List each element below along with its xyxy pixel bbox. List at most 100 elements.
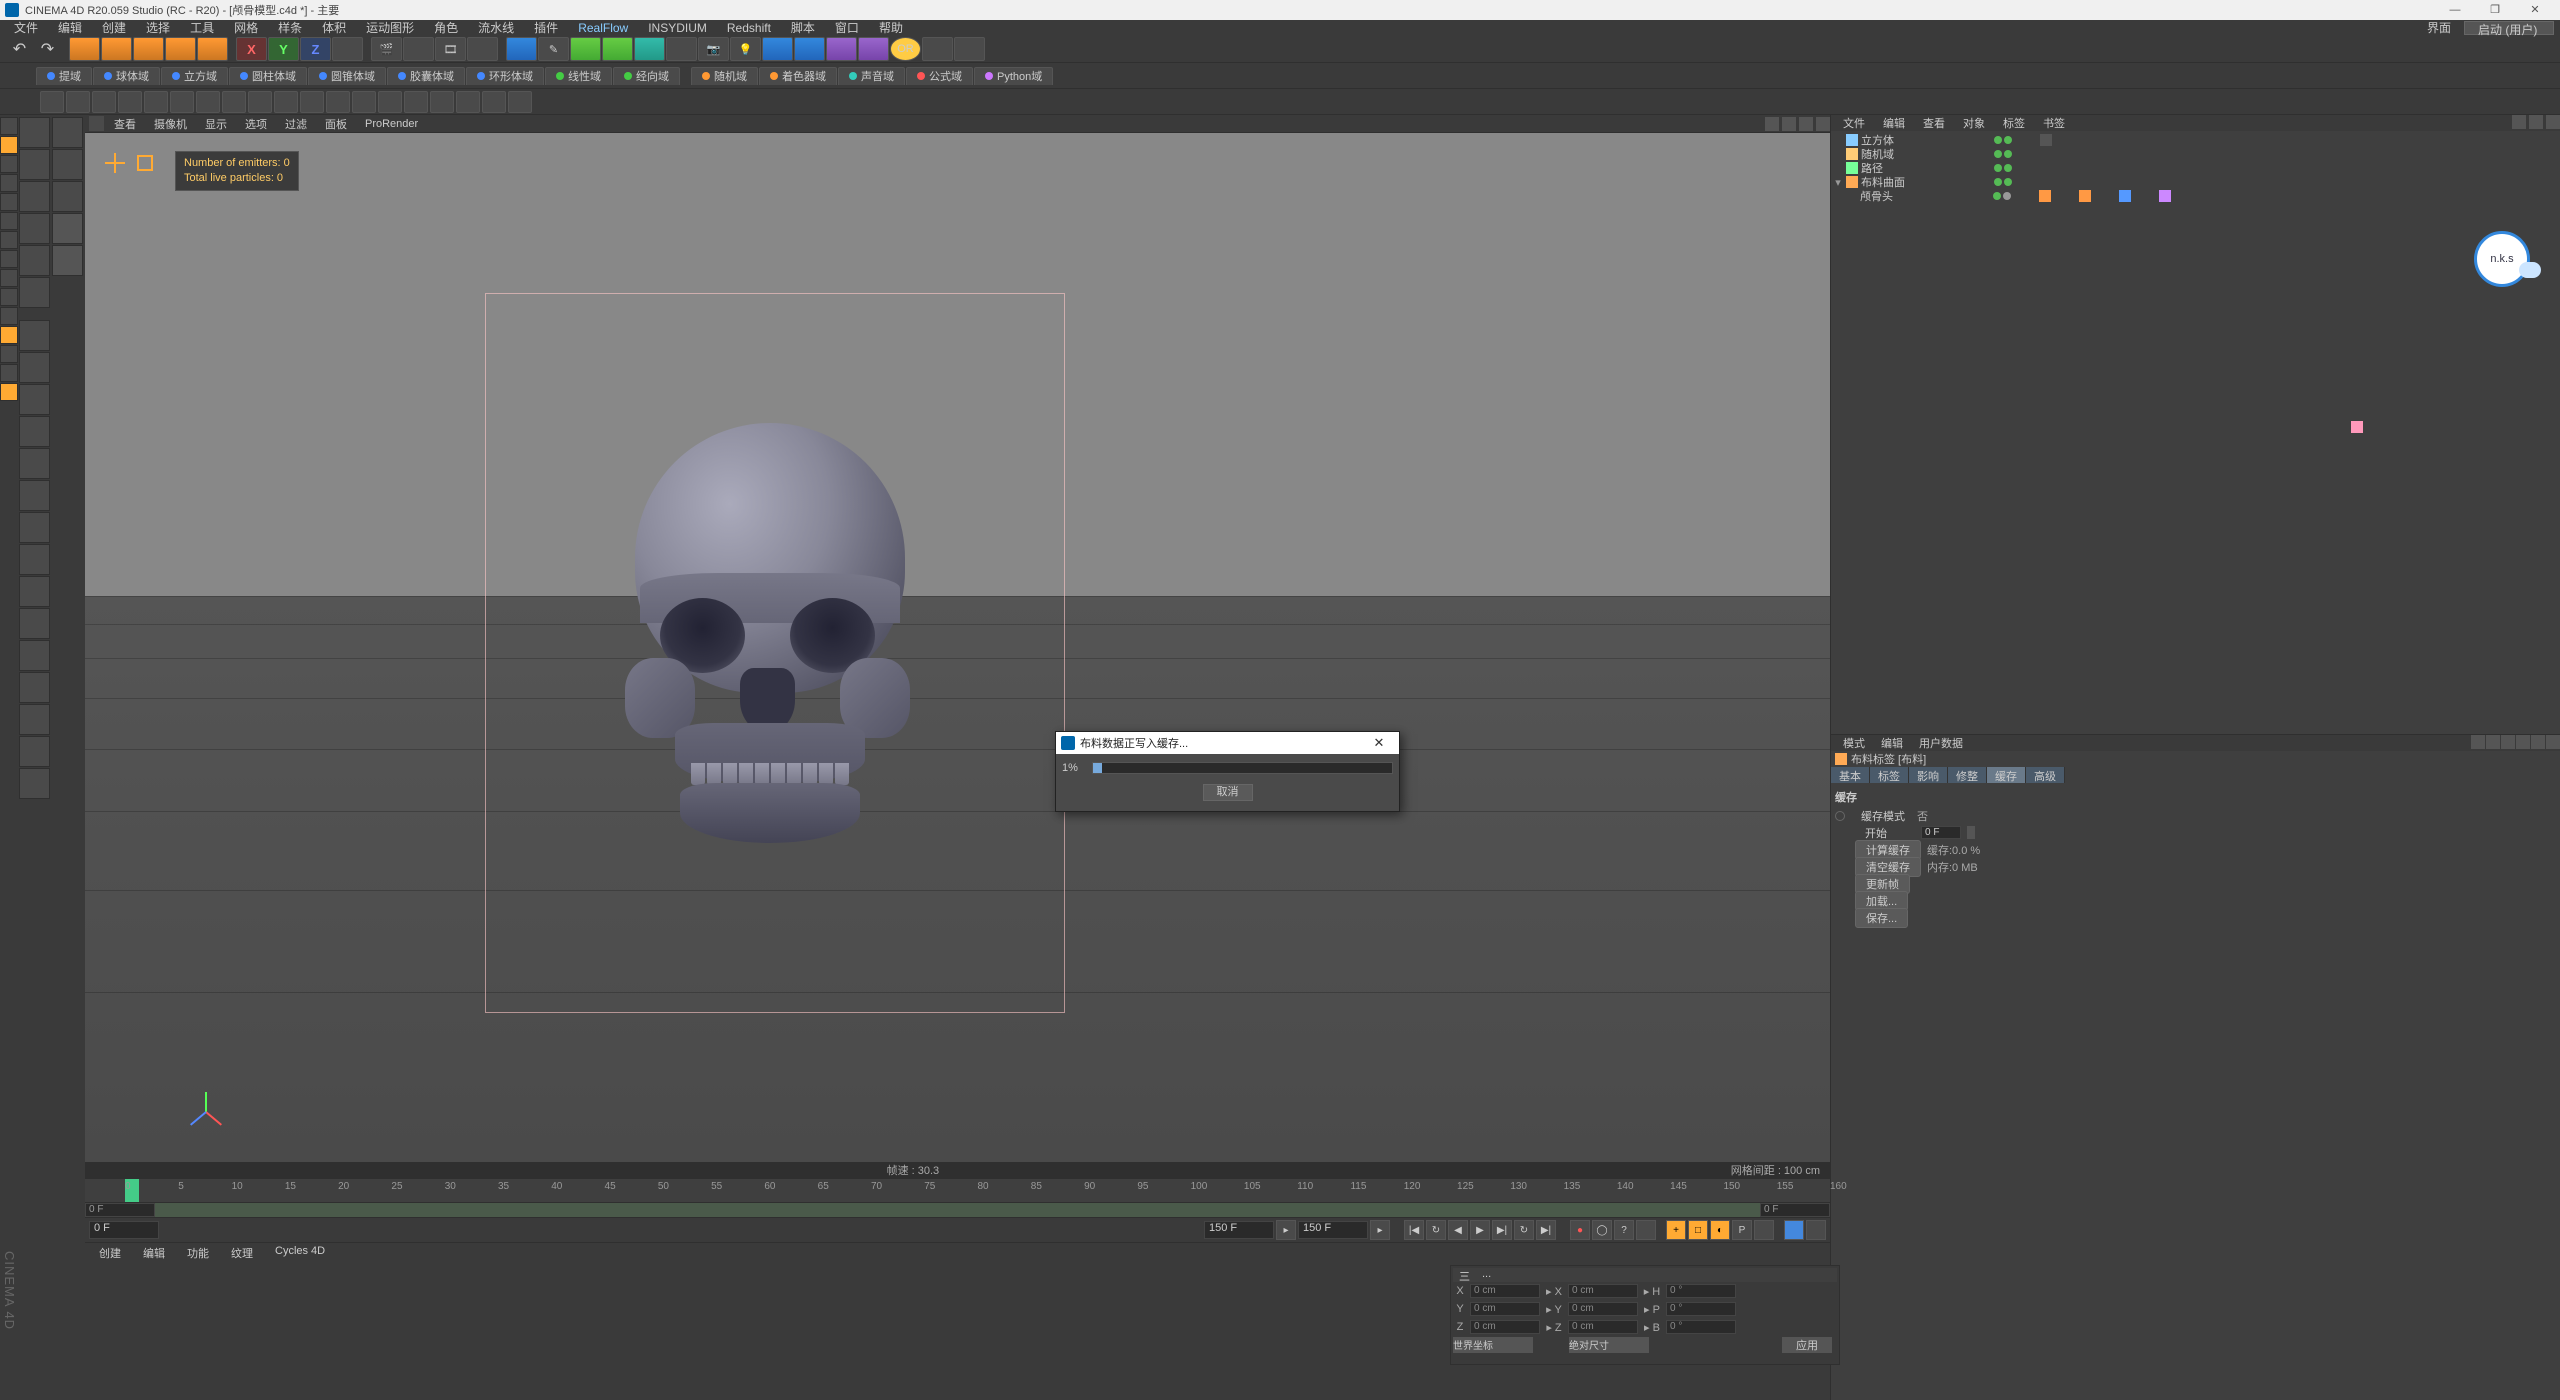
menu-character[interactable]: 角色 [425,20,467,36]
om-opt2-icon[interactable] [2546,115,2560,129]
attr-tab[interactable]: 基本 [1831,767,1870,783]
prim-pen[interactable]: ✎ [538,37,569,61]
strip-tool[interactable] [19,512,50,543]
key-rot-button[interactable]: ◐ [1710,1220,1730,1240]
strip-tool[interactable] [52,245,83,276]
menu-mesh[interactable]: 网格 [225,20,267,36]
start-field[interactable]: 0 F [1921,826,1961,839]
am-nav-up[interactable] [2501,735,2515,749]
tag-icon[interactable] [2159,190,2171,202]
tag-icon[interactable] [2040,134,2052,146]
object-row[interactable]: 立方体 [1833,133,2558,147]
field-tab[interactable]: 圆锥体域 [308,67,386,85]
sub-tool[interactable] [92,91,116,113]
size-z[interactable]: 0 cm [1568,1320,1638,1334]
vp-nav-button[interactable] [1782,117,1796,131]
close-button[interactable]: ✕ [2515,0,2555,20]
axis-z[interactable]: Z [300,37,331,61]
prim-mograph[interactable] [762,37,793,61]
strip-tool[interactable] [0,174,18,192]
strip-tool[interactable] [52,181,83,212]
keyopt-button[interactable]: ? [1614,1220,1634,1240]
save-cache-button[interactable]: 保存... [1855,908,1908,928]
len-spinner[interactable]: ▸ [1276,1220,1296,1240]
object-row[interactable]: ▾布料曲面 [1833,175,2558,189]
prim-vol[interactable] [858,37,889,61]
prim-field[interactable] [794,37,825,61]
btab[interactable]: 编辑 [133,1243,175,1260]
sub-tool[interactable] [352,91,376,113]
menu-redshift[interactable]: Redshift [718,20,780,36]
rot-p[interactable]: 0 ° [1666,1302,1736,1316]
strip-tool[interactable] [0,345,18,363]
minimize-button[interactable]: — [2435,0,2475,20]
key-pos-button[interactable]: + [1666,1220,1686,1240]
prev-frame-button[interactable]: ◀ [1448,1220,1468,1240]
strip-tool[interactable] [0,288,18,306]
field-tab[interactable]: 环形体域 [466,67,544,85]
sub-tool[interactable] [482,91,506,113]
om-file[interactable]: 文件 [1835,115,1873,131]
strip-tool[interactable] [0,155,18,173]
sub-tool[interactable] [144,91,168,113]
expand-icon[interactable]: ▾ [1833,176,1843,189]
strip-tool[interactable] [0,250,18,268]
size-y[interactable]: 0 cm [1568,1302,1638,1316]
pos-x[interactable]: 0 cm [1470,1284,1540,1298]
menu-pipeline[interactable]: 流水线 [469,20,523,36]
viewport-3d[interactable]: Number of emitters: 0 Total live particl… [85,133,1830,1162]
strip-tool[interactable] [19,608,50,639]
sub-tool[interactable] [378,91,402,113]
key-scale-button[interactable]: □ [1688,1220,1708,1240]
loop2-button[interactable]: ↻ [1514,1220,1534,1240]
vp-menu-panel[interactable]: 面板 [317,116,355,132]
prim-deformer[interactable] [634,37,665,61]
field-tab[interactable]: 提域 [36,67,92,85]
attr-tab[interactable]: 修整 [1948,767,1987,783]
timeline-ruler[interactable]: 0510152025303540455055606570758085909510… [85,1178,1830,1202]
am-mode[interactable]: 模式 [1835,735,1873,751]
anim-mode2[interactable] [1806,1220,1826,1240]
menu-create[interactable]: 创建 [93,20,135,36]
keyopt2-button[interactable] [1636,1220,1656,1240]
size-x[interactable]: 0 cm [1568,1284,1638,1298]
strip-tool[interactable] [0,193,18,211]
coord-mode-dd[interactable]: 世界坐标 [1453,1337,1533,1353]
am-opt[interactable] [2546,735,2560,749]
object-row[interactable]: 路径 [1833,161,2558,175]
attr-tab[interactable]: 高级 [2026,767,2065,783]
sub-tool[interactable] [222,91,246,113]
sub-tool[interactable] [66,91,90,113]
sub-tool[interactable] [326,91,350,113]
btab[interactable]: 创建 [89,1243,131,1260]
menu-spline[interactable]: 样条 [269,20,311,36]
object-row[interactable]: 颅骨头 [1833,189,2558,203]
spinner[interactable] [1967,826,1975,839]
am-edit[interactable]: 编辑 [1873,735,1911,751]
apply-button[interactable]: 应用 [1782,1337,1832,1353]
sub-tool[interactable] [170,91,194,113]
prim-environment[interactable] [666,37,697,61]
strip-tool[interactable] [19,640,50,671]
sub-tool[interactable] [248,91,272,113]
strip-tool[interactable] [0,136,18,154]
om-view[interactable]: 查看 [1915,115,1953,131]
strip-tool[interactable] [52,149,83,180]
menu-mograph[interactable]: 运动图形 [357,20,423,36]
layout-dropdown[interactable]: 启动 (用户) [2464,21,2554,35]
om-tags[interactable]: 标签 [1995,115,2033,131]
btab[interactable]: 功能 [177,1243,219,1260]
redo-button[interactable]: ↷ [34,37,61,61]
am-opt[interactable] [2531,735,2545,749]
field-tab[interactable]: 立方域 [161,67,228,85]
menu-script[interactable]: 脚本 [782,20,824,36]
range-start[interactable]: 0 F [85,1203,155,1217]
prim-rig[interactable] [826,37,857,61]
anim-mode1[interactable] [1784,1220,1804,1240]
strip-tool[interactable] [19,149,50,180]
om-bookmarks[interactable]: 书签 [2035,115,2073,131]
field-tab[interactable]: 球体域 [93,67,160,85]
field-tab[interactable]: Python域 [974,67,1053,85]
strip-tool[interactable] [19,117,50,148]
strip-tool[interactable] [19,704,50,735]
